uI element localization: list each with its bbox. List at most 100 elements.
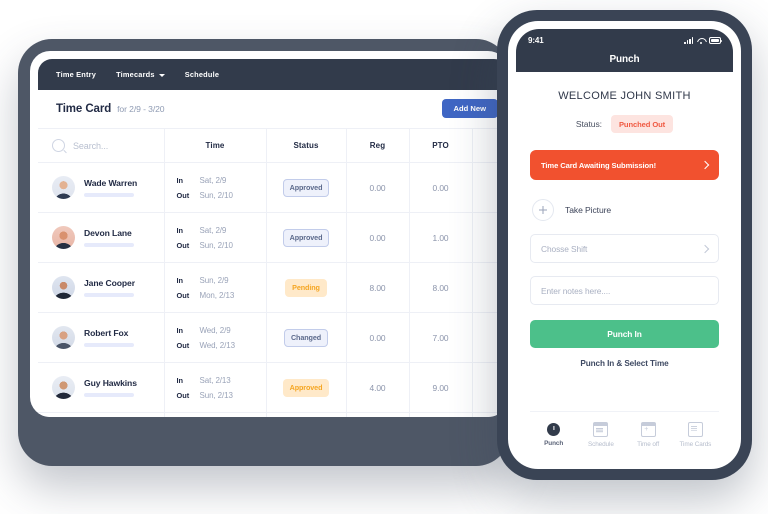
status-label: Status: [575, 119, 602, 129]
phone-tab-bar: Punch Schedule Time off Time Cards [530, 411, 719, 461]
avatar [52, 176, 75, 199]
column-header-status[interactable]: Status [266, 128, 347, 163]
add-new-button[interactable]: Add New [441, 99, 498, 118]
pto-value: 0.00 [432, 182, 449, 193]
table-body: Wade Warren In Sat, 2/9 Out Sun, 2/10 Ap… [38, 162, 508, 417]
employee-cell[interactable]: Wade Warren [38, 162, 165, 213]
pto-cell: 0.00 [409, 162, 473, 213]
status-badge[interactable]: Approved [282, 378, 330, 397]
calendar-plus-icon [640, 422, 656, 437]
app-navbar: Time Entry Timecards Schedule [38, 59, 508, 90]
out-date: Sun, 2/10 [199, 240, 233, 250]
column-header-reg[interactable]: Reg [346, 128, 410, 163]
tab-time-off[interactable]: Time off [625, 422, 672, 448]
tab-punch[interactable]: Punch [530, 423, 577, 447]
time-cell: In Sun, 2/9 Out Mon, 2/13 [164, 262, 267, 313]
alert-label: Time Card Awaiting Submission! [541, 160, 657, 170]
out-date: Wed, 2/13 [199, 340, 236, 350]
nav-item-timecards[interactable]: Timecards [116, 70, 165, 79]
employee-name: Robert Fox [84, 328, 129, 338]
time-cell: In Wed, 2/9 Out Wed, 2/13 [164, 312, 267, 363]
tab-time-cards[interactable]: Time Cards [672, 422, 719, 448]
employee-name: Wade Warren [84, 178, 138, 188]
status-badge[interactable]: Approved [282, 178, 330, 197]
phone-content: WELCOME JOHN SMITH Status: Punched Out T… [516, 72, 733, 461]
status-cell: Pending [266, 262, 347, 313]
table-row[interactable]: Devon Lane In Sat, 2/9 Out Sun, 2/10 App… [38, 212, 508, 263]
tab-schedule[interactable]: Schedule [577, 422, 624, 448]
pto-cell: 9.00 [409, 362, 473, 413]
reg-value: 8.00 [347, 413, 409, 417]
pto-cell: 1.00 [409, 212, 473, 263]
column-header-pto[interactable]: PTO [409, 128, 473, 163]
chevron-right-icon [700, 244, 710, 253]
clock-icon [547, 423, 561, 436]
pto-cell: 0.00 [409, 412, 473, 417]
status-badge[interactable]: Pending [285, 278, 327, 297]
employee-cell[interactable]: Jane Cooper [38, 262, 165, 313]
table-row[interactable]: Wade Warren In Sat, 2/9 Out Sun, 2/10 Ap… [38, 162, 508, 213]
search-cell[interactable]: Search... [38, 128, 165, 163]
column-header-time[interactable]: Time [164, 128, 267, 163]
nav-item-label: Schedule [184, 70, 220, 79]
avatar [52, 226, 75, 249]
column-label: PTO [432, 141, 449, 150]
placeholder-bar [84, 343, 134, 347]
take-picture-button[interactable]: Take Picture [530, 199, 719, 221]
in-date: Sat, 2/13 [199, 375, 231, 385]
notes-field[interactable]: Enter notes here.... [530, 276, 719, 305]
status-cell: Approved [266, 162, 347, 213]
table-row[interactable]: In Sat,2/13 Out Sun, 2/13 [38, 412, 508, 417]
phone-status-bar: 9:41 [516, 34, 733, 47]
out-date: Sun, 2/10 [199, 190, 233, 200]
in-label: In [176, 325, 184, 335]
choose-shift-select[interactable]: Chosse Shift [530, 234, 719, 263]
column-label: Status [293, 141, 319, 150]
out-label: Out [176, 290, 190, 300]
chevron-down-icon [158, 73, 165, 77]
avatar [52, 376, 75, 399]
placeholder-bar [84, 193, 134, 197]
punch-in-select-time-link[interactable]: Punch In & Select Time [530, 359, 719, 368]
status-badge[interactable]: Changed [283, 328, 329, 347]
timecard-alert-button[interactable]: Time Card Awaiting Submission! [530, 150, 719, 180]
table-header-row: Search... Time Status Reg PTO [38, 128, 508, 163]
table-row[interactable]: Robert Fox In Wed, 2/9 Out Wed, 2/13 Cha… [38, 312, 508, 363]
tab-label: Schedule [587, 441, 614, 448]
reg-cell: 0.00 [346, 312, 410, 363]
pto-cell: 7.00 [409, 312, 473, 363]
status-bar-time: 9:41 [528, 36, 544, 45]
search-input[interactable]: Search... [73, 141, 108, 151]
punch-status-row: Status: Punched Out [530, 115, 719, 133]
punch-in-button[interactable]: Punch In [530, 320, 719, 348]
pto-value: 1.00 [432, 232, 449, 243]
time-cell: In Sat, 2/9 Out Sun, 2/10 [164, 162, 267, 213]
pto-value: 9.00 [432, 382, 449, 393]
table-row[interactable]: Jane Cooper In Sun, 2/9 Out Mon, 2/13 Pe… [38, 262, 508, 313]
status-badge[interactable]: Approved [282, 228, 330, 247]
nav-item-label: Timecards [116, 70, 155, 79]
table-row[interactable]: Guy Hawkins In Sat, 2/13 Out Sun, 2/13 A… [38, 362, 508, 413]
employee-name: Devon Lane [84, 228, 132, 238]
phone-topbar: 9:41 Punch [516, 29, 733, 72]
screenshot-stage: Time Entry Timecards Schedule Time Card … [0, 0, 768, 514]
time-cell: In Sat, 2/13 Out Sun, 2/13 [164, 362, 267, 413]
nav-item-time-entry[interactable]: Time Entry [56, 70, 96, 79]
wifi-icon [697, 37, 705, 44]
chevron-right-icon [700, 160, 710, 170]
notes-placeholder: Enter notes here.... [541, 285, 611, 296]
employee-cell[interactable]: Robert Fox [38, 312, 165, 363]
employee-cell[interactable]: Guy Hawkins [38, 362, 165, 413]
employee-name: Guy Hawkins [84, 378, 137, 388]
out-date: Sun, 2/13 [199, 390, 233, 400]
employee-cell[interactable]: Devon Lane [38, 212, 165, 263]
employee-cell[interactable] [38, 412, 165, 417]
tab-label: Time Cards [679, 441, 712, 448]
tab-label: Time off [637, 441, 660, 448]
take-picture-label: Take Picture [565, 205, 612, 215]
page-title: Time Card [56, 103, 112, 115]
phone-screen: 9:41 Punch WELCOME JOHN SMITH Status: Pu… [516, 29, 733, 461]
welcome-message: WELCOME JOHN SMITH [558, 90, 691, 102]
column-label: Reg [369, 141, 386, 150]
nav-item-schedule[interactable]: Schedule [185, 70, 219, 79]
